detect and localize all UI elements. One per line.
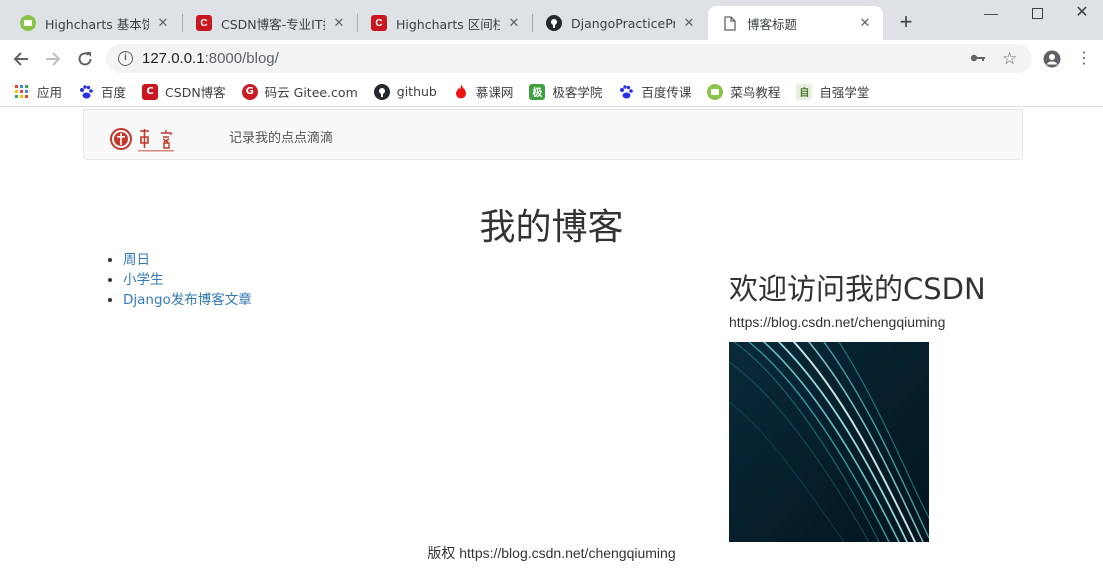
bookmark-label: 极客学院 — [552, 85, 603, 100]
bookmark-csdn[interactable]: C CSDN博客 — [142, 82, 226, 101]
list-item: Django发布博客文章 — [123, 290, 252, 310]
bookmark-baidu[interactable]: 百度 — [78, 82, 126, 101]
tab-csdn[interactable]: C CSDN博客-专业IT技 ✕ — [182, 6, 357, 40]
browser-toolbar: i 127.0.0.1:8000/blog/ ☆ ⋮ — [0, 40, 1103, 77]
post-list: 周日 小学生 Django发布博客文章 — [123, 250, 252, 310]
menu-icon[interactable]: ⋮ — [1071, 46, 1097, 72]
list-item: 周日 — [123, 250, 252, 270]
sidebar-image — [729, 342, 929, 542]
close-icon[interactable]: ✕ — [331, 15, 347, 31]
tab-strip: Highcharts 基本饼图 ✕ C CSDN博客-专业IT技 ✕ C Hig… — [0, 0, 1103, 40]
bookmarks-bar: 应用 百度 C CSDN博客 G 码云 Gitee.com github 慕课网… — [0, 77, 1103, 107]
info-icon[interactable]: i — [118, 51, 133, 66]
profile-avatar-icon[interactable] — [1039, 46, 1065, 72]
bookmark-imooc[interactable]: 慕课网 — [453, 82, 514, 101]
jike-icon: 极 — [529, 83, 546, 100]
bookmark-label: 码云 Gitee.com — [264, 85, 358, 100]
tab-title: DjangoPracticeProj — [571, 15, 675, 31]
minimize-icon[interactable]: — — [968, 0, 1014, 28]
csdn-icon: C — [196, 15, 212, 31]
tab-title: Highcharts 基本饼图 — [45, 16, 149, 32]
runoob-icon — [20, 15, 36, 31]
url-path: :8000/blog/ — [204, 50, 279, 67]
url-host: 127.0.0.1 — [142, 50, 205, 67]
csdn-icon: C — [371, 15, 387, 31]
ziqiang-icon: 自 — [796, 83, 813, 100]
bookmark-star-icon[interactable]: ☆ — [1002, 44, 1017, 73]
bookmark-jike[interactable]: 极 极客学院 — [529, 82, 602, 101]
runoob-icon — [707, 83, 724, 100]
bookmark-label: github — [396, 84, 437, 99]
maximize-icon[interactable] — [1014, 0, 1060, 28]
bookmark-gitee[interactable]: G 码云 Gitee.com — [241, 82, 358, 101]
bookmark-label: 自强学堂 — [819, 85, 870, 100]
new-tab-button[interactable]: + — [893, 9, 919, 35]
close-icon[interactable]: ✕ — [506, 15, 522, 31]
footer-url[interactable]: https://blog.csdn.net/chengqiuming — [459, 545, 675, 561]
address-bar[interactable]: i 127.0.0.1:8000/blog/ ☆ — [106, 44, 1032, 73]
tab-title: Highcharts 区间柱形 — [396, 16, 500, 32]
sidebar-url: https://blog.csdn.net/chengqiuming — [729, 314, 946, 330]
tab-title: CSDN博客-专业IT技 — [221, 16, 325, 32]
window-close-icon[interactable]: ✕ — [1059, 0, 1103, 28]
back-icon[interactable] — [8, 46, 34, 72]
github-icon — [546, 15, 562, 31]
bookmark-label: 应用 — [37, 85, 63, 100]
reload-icon[interactable] — [72, 46, 98, 72]
baidu-icon — [618, 84, 634, 100]
baidu-icon — [78, 84, 94, 100]
close-icon[interactable]: ✕ — [857, 15, 873, 31]
page-footer: 版权 https://blog.csdn.net/chengqiuming — [0, 543, 1103, 563]
post-link[interactable]: 周日 — [123, 252, 150, 268]
imooc-icon — [453, 84, 469, 100]
bookmark-baidu-chuanke[interactable]: 百度传课 — [618, 82, 691, 101]
tab-highcharts-pie[interactable]: Highcharts 基本饼图 ✕ — [6, 6, 181, 40]
bookmark-ziqiang[interactable]: 自 自强学堂 — [796, 82, 869, 101]
close-icon[interactable]: ✕ — [155, 15, 171, 31]
close-icon[interactable]: ✕ — [681, 15, 697, 31]
site-motto: 记录我的点点滴滴 — [229, 131, 334, 146]
page-icon — [722, 15, 738, 31]
github-icon — [373, 83, 390, 100]
bookmark-runoob[interactable]: 菜鸟教程 — [707, 82, 780, 101]
gitee-icon: G — [241, 83, 258, 100]
bookmark-label: 慕课网 — [475, 85, 514, 100]
csdn-icon: C — [142, 83, 159, 100]
bookmark-label: CSDN博客 — [165, 85, 226, 100]
post-link[interactable]: Django发布博客文章 — [123, 292, 252, 308]
bookmark-github[interactable]: github — [373, 83, 437, 100]
post-link[interactable]: 小学生 — [123, 272, 164, 288]
bookmark-label: 百度传课 — [641, 85, 692, 100]
tab-highcharts-range[interactable]: C Highcharts 区间柱形 ✕ — [357, 6, 532, 40]
site-navbar: 记录我的点点滴滴 — [83, 109, 1023, 160]
footer-label: 版权 — [427, 546, 456, 562]
page-title: 我的博客 — [479, 207, 624, 248]
tab-blog-active[interactable]: 博客标题 ✕ — [708, 6, 883, 40]
list-item: 小学生 — [123, 270, 252, 290]
key-icon[interactable] — [970, 44, 986, 73]
blog-logo[interactable] — [110, 124, 182, 154]
tab-github-project[interactable]: DjangoPracticeProj ✕ — [532, 6, 707, 40]
apps-icon — [14, 84, 30, 100]
forward-icon[interactable] — [40, 46, 66, 72]
bookmark-apps[interactable]: 应用 — [14, 82, 62, 101]
tab-title: 博客标题 — [747, 16, 798, 32]
bookmark-label: 菜鸟教程 — [730, 85, 781, 100]
bookmark-label: 百度 — [101, 85, 127, 100]
sidebar-heading: 欢迎访问我的CSDN — [729, 272, 986, 306]
